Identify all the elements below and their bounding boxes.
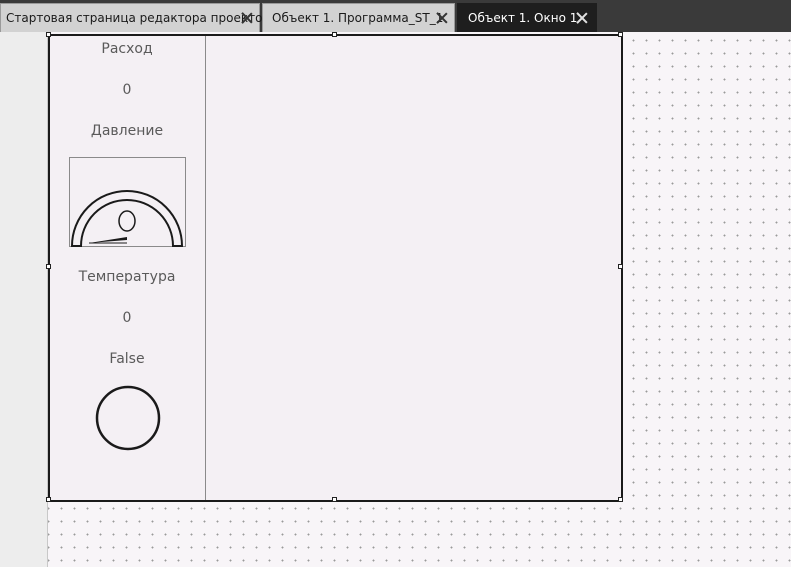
close-icon[interactable] xyxy=(436,12,448,24)
flow-label[interactable]: Расход xyxy=(50,41,204,57)
canvas-ruler-strip xyxy=(0,32,48,567)
resize-handle-top-center[interactable] xyxy=(332,32,337,37)
resize-handle-top-right[interactable] xyxy=(618,32,623,37)
resize-handle-bottom-left[interactable] xyxy=(46,497,51,502)
tab-start-page[interactable]: Стартовая страница редактора проектов xyxy=(0,3,270,32)
tab-title: Объект 1. Окно 1 xyxy=(468,11,578,25)
resize-handle-bottom-center[interactable] xyxy=(332,497,337,502)
resize-handle-top-left[interactable] xyxy=(46,32,51,37)
temperature-label[interactable]: Температура xyxy=(50,269,204,285)
close-icon[interactable] xyxy=(576,12,588,24)
tab-program-st[interactable]: Объект 1. Программа_ST_1 xyxy=(262,3,455,32)
tab-window-1[interactable]: Объект 1. Окно 1 xyxy=(457,3,597,32)
pressure-label[interactable]: Давление xyxy=(50,123,204,139)
tab-bar: Стартовая страница редактора проектов Об… xyxy=(0,0,791,32)
flow-value[interactable]: 0 xyxy=(50,82,204,98)
resize-handle-middle-left[interactable] xyxy=(46,264,51,269)
lamp-indicator-icon[interactable] xyxy=(95,385,161,451)
gauge-icon[interactable] xyxy=(69,157,186,249)
temperature-value[interactable]: 0 xyxy=(50,310,204,326)
bool-value[interactable]: False xyxy=(50,351,204,367)
resize-handle-middle-right[interactable] xyxy=(618,264,623,269)
hmi-window[interactable]: Расход 0 Давление Температура 0 False xyxy=(48,34,623,502)
tab-title: Стартовая страница редактора проектов xyxy=(6,11,270,25)
close-icon[interactable] xyxy=(241,12,253,24)
tab-title: Объект 1. Программа_ST_1 xyxy=(272,11,444,25)
indicator-panel[interactable]: Расход 0 Давление Температура 0 False xyxy=(50,36,206,500)
resize-handle-bottom-right[interactable] xyxy=(618,497,623,502)
